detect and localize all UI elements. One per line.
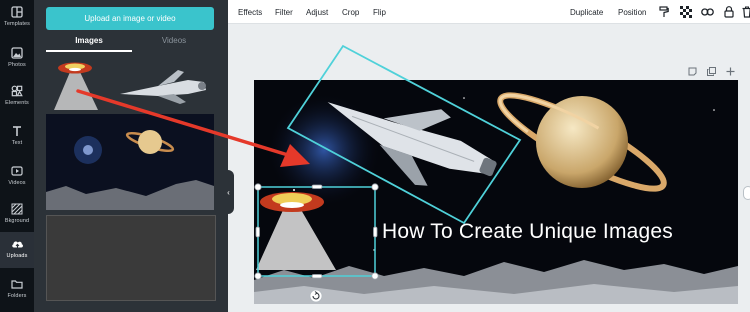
sidebar-item-label: Photos xyxy=(8,62,26,68)
tab-videos[interactable]: Videos xyxy=(134,35,214,52)
left-rail: Templates Photos Elements Text Videos Bk… xyxy=(0,0,34,312)
sidebar-item-background[interactable]: Bkground xyxy=(0,197,34,233)
sidebar-item-photos[interactable]: Photos xyxy=(0,41,34,77)
sidebar-item-text[interactable]: Text xyxy=(0,119,34,155)
hatch-icon xyxy=(10,202,24,215)
space-background xyxy=(254,80,738,304)
transparency-icon[interactable] xyxy=(679,5,693,19)
sidebar-item-label: Text xyxy=(11,140,23,146)
sidebar-item-label: Bkground xyxy=(4,218,30,224)
video-icon xyxy=(10,164,24,177)
upload-thumbnail-space-scene[interactable] xyxy=(46,114,214,210)
adjust-button[interactable]: Adjust xyxy=(306,8,328,17)
note-icon[interactable] xyxy=(688,67,697,78)
uploads-panel: Upload an image or video Images Videos xyxy=(34,0,228,312)
layout-icon xyxy=(10,5,24,18)
position-button[interactable]: Position xyxy=(618,8,646,17)
text-icon xyxy=(10,124,24,137)
toolbar: Effects Filter Adjust Crop Flip Duplicat… xyxy=(228,0,750,24)
copy-icon[interactable] xyxy=(707,67,716,78)
filter-button[interactable]: Filter xyxy=(275,8,293,17)
lock-icon[interactable] xyxy=(722,5,736,19)
plus-icon[interactable] xyxy=(726,67,735,78)
sidebar-item-templates[interactable]: Templates xyxy=(0,0,34,36)
image-icon xyxy=(10,46,24,59)
effects-button[interactable]: Effects xyxy=(238,8,262,17)
sidebar-item-videos[interactable]: Videos xyxy=(0,159,34,195)
trash-icon[interactable] xyxy=(740,5,750,19)
upload-thumbnail-spaceship[interactable] xyxy=(118,66,214,106)
link-icon[interactable] xyxy=(700,5,714,19)
upload-media-button[interactable]: Upload an image or video xyxy=(46,7,214,30)
design-canvas[interactable]: How To Create Unique Images xyxy=(254,80,738,304)
chevron-left-icon: ‹ xyxy=(227,187,230,197)
cloud-upload-icon xyxy=(10,237,24,250)
canvas-title-text[interactable]: How To Create Unique Images xyxy=(382,220,673,244)
sidebar-item-label: Elements xyxy=(5,100,29,106)
folder-icon xyxy=(10,277,24,290)
sidebar-item-uploads[interactable]: Uploads xyxy=(0,232,34,268)
sidebar-item-label: Uploads xyxy=(6,253,28,259)
shapes-icon xyxy=(10,84,24,97)
upload-thumbnail-empty[interactable] xyxy=(46,215,216,301)
paint-roller-icon[interactable] xyxy=(657,5,671,19)
sidebar-item-label: Templates xyxy=(4,21,30,27)
flip-button[interactable]: Flip xyxy=(373,8,386,17)
crop-button[interactable]: Crop xyxy=(342,8,359,17)
sidebar-item-label: Videos xyxy=(8,180,26,186)
sidebar-item-elements[interactable]: Elements xyxy=(0,79,34,115)
sidebar-item-label: Folders xyxy=(7,293,27,299)
tab-images[interactable]: Images xyxy=(46,35,132,52)
duplicate-button[interactable]: Duplicate xyxy=(570,8,603,17)
sidebar-item-folders[interactable]: Folders xyxy=(0,272,34,308)
upload-thumbnail-ufo[interactable] xyxy=(46,60,116,110)
collapse-panel-button[interactable]: ‹ xyxy=(223,170,234,214)
canvas-side-handle[interactable] xyxy=(743,186,750,200)
